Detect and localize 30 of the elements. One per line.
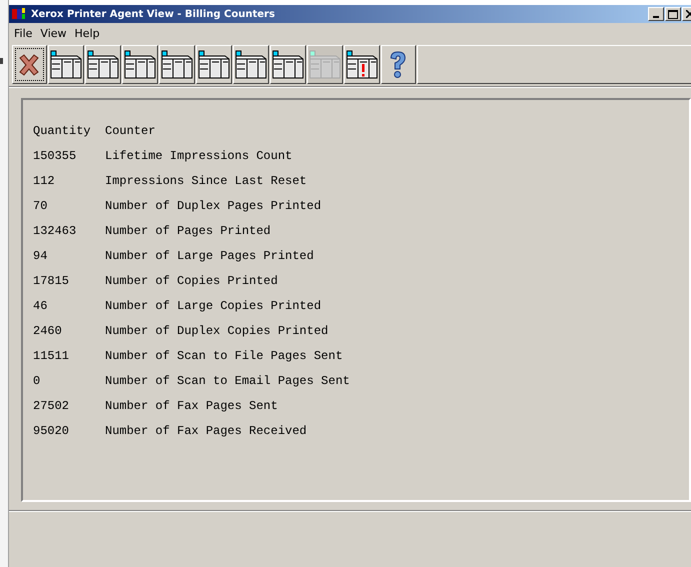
table-cell-text: 46 — [33, 298, 48, 312]
column-header: Quantity — [33, 124, 92, 138]
table-cell-text: 2460 — [33, 324, 63, 338]
table-cell: Number of Duplex Pages Printed — [105, 198, 322, 212]
table-cell: Number of Duplex Copies Printed — [105, 324, 328, 338]
table-cell: Number of Large Copies Printed — [105, 298, 322, 312]
table-cell-text: 11511 — [33, 348, 70, 362]
table-cell-text: 95020 — [33, 424, 70, 438]
table-cell: Number of Scan to Email Pages Sent — [105, 374, 350, 388]
menu-item[interactable]: Help — [74, 27, 106, 40]
table-cell-text: 112 — [33, 174, 56, 188]
table-cell-text: 70 — [33, 198, 48, 212]
table-cell-text: 94 — [33, 248, 48, 262]
table-cell-text: 150355 — [33, 148, 78, 162]
table-cell: Number of Fax Pages Sent — [105, 398, 278, 412]
table-cell: Impressions Since Last Reset — [105, 174, 307, 188]
table-cell: Number of Fax Pages Received — [105, 424, 307, 438]
table-cell: Number of Large Pages Printed — [105, 248, 314, 262]
menu-item[interactable]: File — [14, 27, 38, 40]
table-cell-text: 0 — [33, 374, 42, 388]
table-cell: Number of Copies Printed — [105, 274, 278, 288]
column-header: Counter — [105, 124, 156, 138]
table-cell: Number of Pages Printed — [105, 224, 271, 238]
table-cell-text: 17815 — [33, 274, 70, 288]
menu-item[interactable]: View — [40, 27, 73, 40]
table-cell: Lifetime Impressions Count — [105, 148, 292, 162]
window-title: Xerox Printer Agent View - Billing Counters — [31, 8, 276, 20]
table-cell-text: 27502 — [33, 398, 70, 412]
table-cell-text: 132463 — [33, 224, 78, 238]
table-cell: Number of Scan to File Pages Sent — [105, 348, 343, 362]
